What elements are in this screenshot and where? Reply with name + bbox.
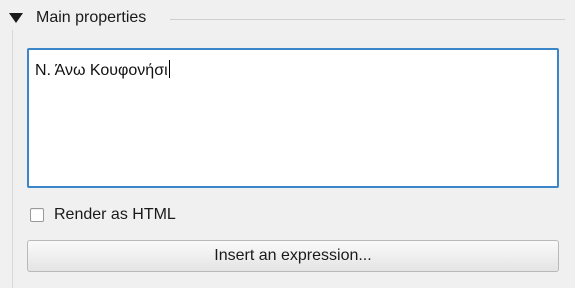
insert-expression-label: Insert an expression... [214,247,372,264]
label-text-area[interactable]: Ν. Άνω Κουφονήσι [27,48,559,188]
insert-expression-button[interactable]: Insert an expression... [27,240,559,272]
group-title: Main properties [36,9,147,26]
label-text-value: Ν. Άνω Κουφονήσι [35,62,168,79]
collapse-arrow-icon[interactable] [9,13,23,23]
render-as-html-row[interactable]: Render as HTML [30,205,176,225]
render-as-html-label[interactable]: Render as HTML [54,206,176,224]
main-properties-panel: Main properties Ν. Άνω Κουφονήσι Render … [0,0,575,288]
render-as-html-checkbox[interactable] [30,208,44,222]
group-divider [170,19,565,20]
label-text-content: Ν. Άνω Κουφονήσι [35,60,170,80]
text-caret [168,60,170,78]
group-border [12,30,13,288]
main-properties-group-header[interactable]: Main properties [0,4,575,30]
